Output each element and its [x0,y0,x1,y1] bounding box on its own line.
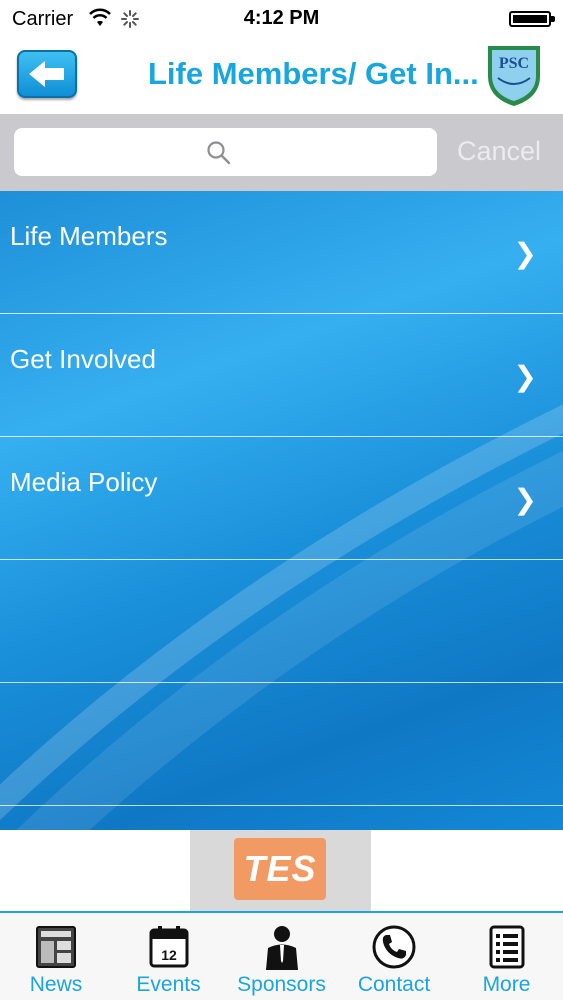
chevron-right-icon: ❯ [513,361,537,392]
sponsor-ad[interactable]: TES [190,830,371,911]
cancel-button[interactable]: Cancel [457,136,541,167]
list-item-empty [0,683,563,806]
club-crest-logo: PSC [488,46,540,106]
back-button[interactable] [17,50,77,98]
clock-time: 4:12 PM [243,7,320,29]
person-icon [265,926,298,970]
ad-banner: TES [0,830,563,911]
calendar-icon: 12 [149,926,188,968]
search-icon [207,141,231,165]
list-item-media-policy[interactable]: Media Policy ❯ [0,437,563,560]
logo-text: PSC [499,55,529,72]
tab-label: Sponsors [237,973,326,996]
nav-header: Life Members/ Get In... PSC [0,38,563,114]
tab-more[interactable]: More [450,913,563,1000]
list-item-label: Media Policy [10,467,158,497]
chevron-right-icon: ❯ [513,484,537,515]
list-item-label: Get Involved [10,344,156,374]
tab-bar: News 12 Events Sponsors Contact More [0,911,563,1000]
list-item-label: Life Members [10,221,168,251]
tab-label: News [29,973,83,996]
battery-icon [509,11,555,27]
list-item-get-involved[interactable]: Get Involved ❯ [0,314,563,437]
tab-sponsors[interactable]: Sponsors [225,913,338,1000]
svg-text:12: 12 [161,947,177,963]
tab-contact[interactable]: Contact [338,913,450,1000]
phone-icon [372,925,416,969]
list-item-life-members[interactable]: Life Members ❯ [0,191,563,314]
tab-label: Contact [357,973,431,996]
newspaper-icon [36,926,76,968]
status-bar: Carrier 4:12 PM [0,0,563,38]
tab-events[interactable]: 12 Events [112,913,225,1000]
tab-news[interactable]: News [0,913,112,1000]
list-icon [489,925,524,969]
sponsor-logo: TES [234,838,326,900]
tab-label: More [482,973,531,996]
arrow-left-icon [29,61,64,87]
chevron-right-icon: ❯ [513,238,537,269]
tab-label: Events [136,973,201,996]
menu-list: Life Members ❯ Get Involved ❯ Media Poli… [0,191,563,830]
list-item-empty [0,560,563,683]
sponsor-logo-text: TES [243,848,317,889]
